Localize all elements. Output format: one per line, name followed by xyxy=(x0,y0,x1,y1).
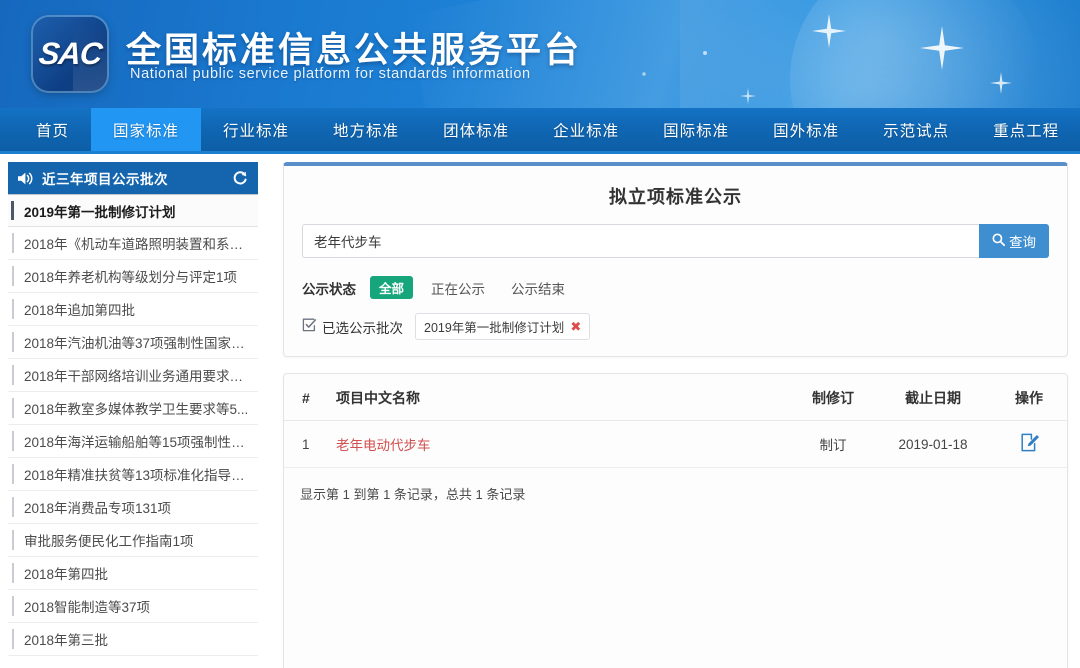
search-button[interactable]: 查询 xyxy=(979,224,1049,258)
sidebar-item-label: 2018年追加第四批 xyxy=(24,303,136,318)
page-title: 拟立项标准公示 xyxy=(609,187,742,207)
column-header-index: # xyxy=(284,374,336,421)
selected-batch-label: 已选公示批次 xyxy=(322,320,403,336)
sidebar-title: 近三年项目公示批次 xyxy=(42,172,168,187)
column-header-deadline: 截止日期 xyxy=(875,374,991,421)
status-filter-label: 公示状态 xyxy=(302,281,356,297)
sidebar-item-label: 2018智能制造等37项 xyxy=(24,600,151,615)
results-table: # 项目中文名称 制修订 截止日期 操作 1 老年电动代步车 制订 2019-0 xyxy=(284,374,1067,468)
cell-project-name-link[interactable]: 老年电动代步车 xyxy=(336,438,431,453)
nav-item-1[interactable]: 国家标准 xyxy=(91,108,202,151)
cell-deadline: 2019-01-18 xyxy=(875,420,991,468)
status-option-ended[interactable]: 公示结束 xyxy=(511,278,565,298)
header-globe-decoration xyxy=(790,0,1040,108)
sidebar-item-label: 2018年消费品专项131项 xyxy=(24,501,172,516)
main-content: 拟立项标准公示 查询 公示状态 xyxy=(258,162,1080,668)
cell-index: 1 xyxy=(284,420,336,468)
sidebar-item-5[interactable]: 2018年干部网络培训业务通用要求等... xyxy=(8,359,258,392)
search-button-label: 查询 xyxy=(1009,235,1036,250)
check-square-icon xyxy=(302,318,317,335)
sidebar-item-label: 2018年《机动车道路照明装置和系统... xyxy=(24,237,250,252)
selected-batch-tag: 2019年第一批制修订计划 ✖ xyxy=(415,313,591,340)
speaker-icon xyxy=(17,171,35,186)
sidebar-item-label: 2018年教室多媒体教学卫生要求等5... xyxy=(24,402,249,417)
site-header: SAC 全国标准信息公共服务平台 National public service… xyxy=(0,0,1080,108)
sidebar-item-9[interactable]: 2018年消费品专项131项 xyxy=(8,491,258,524)
sidebar-item-label: 2018年第四批 xyxy=(24,567,109,582)
sidebar-item-8[interactable]: 2018年精准扶贫等13项标准化指导性... xyxy=(8,458,258,491)
sidebar-item-label: 2018年养老机构等级划分与评定1项 xyxy=(24,270,238,285)
nav-item-4[interactable]: 团体标准 xyxy=(421,108,531,151)
sidebar-item-7[interactable]: 2018年海洋运输船舶等15项强制性国... xyxy=(8,425,258,458)
refresh-icon[interactable] xyxy=(232,170,248,186)
sidebar-item-6[interactable]: 2018年教室多媒体教学卫生要求等5... xyxy=(8,392,258,425)
sidebar-item-4[interactable]: 2018年汽油机油等37项强制性国家标... xyxy=(8,326,258,359)
selected-batch-tag-text: 2019年第一批制修订计划 xyxy=(424,321,565,335)
sidebar-item-label: 2018年干部网络培训业务通用要求等... xyxy=(24,369,250,384)
column-header-name: 项目中文名称 xyxy=(336,374,791,421)
edit-document-icon[interactable] xyxy=(1020,433,1039,455)
sidebar-item-label: 2018年海洋运输船舶等15项强制性国... xyxy=(24,435,250,450)
nav-item-8[interactable]: 示范试点 xyxy=(861,108,971,151)
nav-item-5[interactable]: 企业标准 xyxy=(531,108,641,151)
search-icon xyxy=(992,233,1006,249)
cell-revision: 制订 xyxy=(791,420,875,468)
main-navigation: 首页国家标准行业标准地方标准团体标准企业标准国际标准国外标准示范试点重点工程技术… xyxy=(0,108,1080,154)
column-header-revision: 制修订 xyxy=(791,374,875,421)
sidebar-item-label: 2018年第三批 xyxy=(24,633,109,648)
status-filter: 公示状态 全部 正在公示 公示结束 xyxy=(302,276,1049,299)
status-option-ongoing[interactable]: 正在公示 xyxy=(431,278,485,298)
nav-item-3[interactable]: 地方标准 xyxy=(311,108,421,151)
table-header: # 项目中文名称 制修订 截止日期 操作 xyxy=(284,374,1067,421)
sidebar-item-label: 2019年第一批制修订计划 xyxy=(24,204,176,220)
nav-item-2[interactable]: 行业标准 xyxy=(201,108,311,151)
sidebar-item-1[interactable]: 2018年《机动车道路照明装置和系统... xyxy=(8,227,258,260)
search-panel: 拟立项标准公示 查询 公示状态 xyxy=(283,162,1068,357)
sac-logo-text: SAC xyxy=(36,36,104,71)
site-title-en: National public service platform for sta… xyxy=(130,66,531,82)
sidebar-item-12[interactable]: 2018智能制造等37项 xyxy=(8,590,258,623)
close-icon[interactable]: ✖ xyxy=(570,320,581,333)
table-header-row: # 项目中文名称 制修订 截止日期 操作 xyxy=(284,374,1067,421)
sidebar-item-label: 2018年汽油机油等37项强制性国家标... xyxy=(24,336,250,351)
nav-item-0[interactable]: 首页 xyxy=(14,108,91,151)
sidebar-item-11[interactable]: 2018年第四批 xyxy=(8,557,258,590)
results-panel: # 项目中文名称 制修订 截止日期 操作 1 老年电动代步车 制订 2019-0 xyxy=(283,373,1068,668)
search-bar: 查询 xyxy=(302,224,1049,258)
sidebar-item-0[interactable]: 2019年第一批制修订计划 xyxy=(8,194,258,227)
sidebar-item-13[interactable]: 2018年第三批 xyxy=(8,623,258,656)
search-input[interactable] xyxy=(302,224,979,258)
sidebar-item-label: 审批服务便民化工作指南1项 xyxy=(24,534,194,549)
page-root: SAC 全国标准信息公共服务平台 National public service… xyxy=(0,0,1080,668)
column-header-action: 操作 xyxy=(991,374,1067,421)
sidebar-item-list: 2019年第一批制修订计划 2018年《机动车道路照明装置和系统... 2018年养… xyxy=(8,194,258,656)
selected-batch-filter: 已选公示批次 2019年第一批制修订计划 ✖ xyxy=(302,313,1049,340)
sidebar-item-10[interactable]: 审批服务便民化工作指南1项 xyxy=(8,524,258,557)
sidebar-item-3[interactable]: 2018年追加第四批 xyxy=(8,293,258,326)
status-option-all[interactable]: 全部 xyxy=(370,276,414,299)
nav-item-6[interactable]: 国际标准 xyxy=(641,108,751,151)
sidebar-item-2[interactable]: 2018年养老机构等级划分与评定1项 xyxy=(8,260,258,293)
sidebar: 近三年项目公示批次 2019年第一批制修订计划 2018年《机动车道路照明装置和系… xyxy=(8,162,258,668)
sidebar-item-label: 2018年精准扶贫等13项标准化指导性... xyxy=(24,468,250,483)
table-body: 1 老年电动代步车 制订 2019-01-18 xyxy=(284,420,1067,468)
nav-item-7[interactable]: 国外标准 xyxy=(751,108,861,151)
sac-logo: SAC xyxy=(33,17,107,91)
page-body: 近三年项目公示批次 2019年第一批制修订计划 2018年《机动车道路照明装置和系… xyxy=(0,154,1080,668)
table-row[interactable]: 1 老年电动代步车 制订 2019-01-18 xyxy=(284,420,1067,468)
nav-item-9[interactable]: 重点工程 xyxy=(971,108,1080,151)
sidebar-header: 近三年项目公示批次 xyxy=(8,162,258,194)
table-footer-summary: 显示第 1 到第 1 条记录，总共 1 条记录 xyxy=(300,487,526,502)
